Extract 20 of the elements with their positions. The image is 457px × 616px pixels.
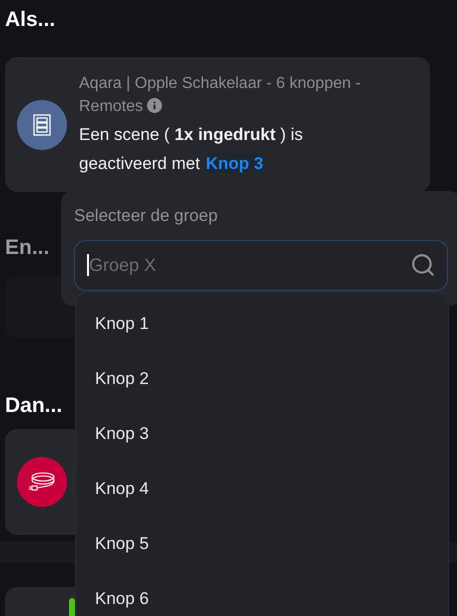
dropdown-option[interactable]: Knop 5 xyxy=(76,516,448,571)
dropdown-option[interactable]: Knop 3 xyxy=(76,406,448,461)
button-link[interactable]: Knop 3 xyxy=(204,154,264,172)
dropdown-option[interactable]: Knop 4 xyxy=(76,461,448,516)
text-cursor xyxy=(87,254,88,276)
dropdown-option[interactable]: Knop 2 xyxy=(76,351,448,406)
dropdown-option[interactable]: Knop 6 xyxy=(76,571,448,616)
search-field[interactable]: Groep X xyxy=(74,240,448,291)
dropdown-option[interactable]: Knop 1 xyxy=(76,296,448,351)
remote-icon xyxy=(17,100,67,150)
light-strip-icon xyxy=(17,457,67,507)
picker-label: Selecteer de groep xyxy=(74,205,219,227)
section-heading: Dan... xyxy=(5,393,62,419)
info-icon xyxy=(147,98,162,112)
trigger-description: Een scene ( 1x ingedrukt ) is geactiveerd met Knop 3 xyxy=(79,124,304,174)
section-heading: En... xyxy=(5,235,50,261)
section-heading: Als... xyxy=(5,7,56,33)
status-bar xyxy=(69,598,75,616)
search-icon xyxy=(410,252,436,278)
device-name: Aqara | Opple Schakelaar - 6 knoppen - Remotes xyxy=(79,74,362,116)
